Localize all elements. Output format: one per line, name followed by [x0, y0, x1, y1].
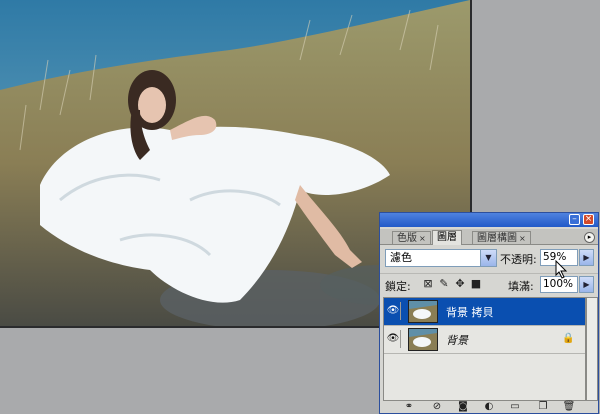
chevron-down-icon[interactable]: ▼ [480, 250, 496, 266]
mask-icon[interactable]: ◙ [456, 401, 470, 413]
lock-move-icon[interactable]: ✥ [454, 278, 466, 290]
lock-icon: 🔒 [562, 333, 575, 344]
close-icon[interactable]: × [583, 214, 594, 225]
mouse-cursor-icon [555, 260, 568, 279]
new-layer-icon[interactable]: ❐ [536, 401, 550, 413]
fill-slider-arrow-icon[interactable]: ▶ [579, 276, 594, 293]
tab-close-icon[interactable]: × [519, 234, 526, 243]
tab-layer-comps[interactable]: 圖層構圖 × [472, 231, 531, 244]
blend-mode-select[interactable]: 濾色 ▼ [385, 249, 497, 267]
lock-transparent-icon[interactable]: ⊠ [422, 278, 434, 290]
layer-name: 背景 拷貝 [446, 306, 494, 319]
layer-row-background-copy[interactable]: 👁 背景 拷貝 [384, 298, 585, 326]
eye-icon[interactable]: 👁 [386, 330, 401, 348]
layer-thumbnail [408, 328, 438, 351]
layer-thumbnail [408, 300, 438, 323]
minimize-icon[interactable]: – [569, 214, 580, 225]
layers-scrollbar[interactable] [586, 297, 598, 401]
layer-name: 背景 [446, 334, 468, 347]
link-icon[interactable]: ⚭ [402, 401, 416, 413]
fx-icon[interactable]: ⊘ [430, 401, 444, 413]
tab-layers[interactable]: 圖層 [432, 230, 462, 245]
layers-palette: – × 色版 × 圖層 圖層構圖 × ▸ 濾色 ▼ 不透明: 59% ▶ 鎖定: ⊠… [379, 212, 599, 414]
opacity-slider-arrow-icon[interactable]: ▶ [579, 249, 594, 266]
layer-row-background[interactable]: 👁 背景 🔒 [384, 326, 585, 354]
tab-channels[interactable]: 色版 × [392, 231, 431, 244]
lock-label: 鎖定: [385, 280, 411, 293]
palette-bottom-bar: ⚭ ⊘ ◙ ◐ ▭ ❐ 🗑 [380, 401, 598, 413]
eye-icon[interactable]: 👁 [386, 302, 401, 320]
tab-close-icon[interactable]: × [419, 234, 426, 243]
lock-paint-icon[interactable]: ✎ [438, 278, 450, 290]
adjustment-icon[interactable]: ◐ [482, 401, 496, 413]
palette-tabs: 色版 × 圖層 圖層構圖 × ▸ [380, 229, 598, 245]
palette-menu-icon[interactable]: ▸ [584, 232, 595, 243]
lock-all-icon[interactable]: ■ [470, 278, 482, 290]
fill-label: 填滿: [508, 280, 534, 293]
trash-icon[interactable]: 🗑 [562, 401, 576, 413]
folder-icon[interactable]: ▭ [508, 401, 522, 413]
layers-list: 👁 背景 拷貝 👁 背景 🔒 [383, 297, 586, 401]
palette-titlebar[interactable]: – × [380, 213, 598, 227]
opacity-label: 不透明: [500, 253, 537, 266]
